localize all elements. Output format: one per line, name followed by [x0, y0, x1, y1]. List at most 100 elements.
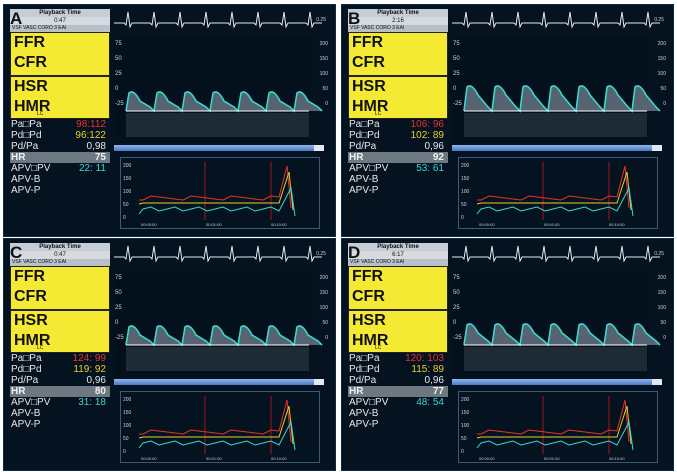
flow-axis-tick: 75 — [453, 275, 460, 281]
flow-right-axis-tick: 0 — [663, 101, 666, 107]
trend-axis-tick: 50 — [461, 436, 467, 442]
trend-axis-tick: 100 — [461, 423, 470, 429]
ffr-cfr-box[interactable]: FFR CFR — [348, 266, 448, 310]
waveform-column: 0.25 75 50 25 0 -25 200 150 100 50 0 200 150 100 50 0… — [452, 9, 668, 231]
ecg-trace — [114, 11, 322, 29]
apv-trend-line — [476, 420, 634, 451]
apv-label: APV□PV — [11, 397, 51, 408]
ffr-label: FFR — [14, 34, 46, 51]
apv-row: APV□PV 31: 18 — [10, 397, 110, 408]
playback-scrollbar[interactable] — [114, 145, 314, 151]
waveform-column: 0.25 75 50 25 0 -25 200 150 100 50 0 200 150 100 50 0… — [452, 243, 668, 465]
playback-scroll-thumb[interactable] — [314, 145, 324, 151]
apvp-label: APV-P — [349, 185, 379, 196]
trend-axis-tick: 100 — [461, 189, 470, 195]
pa-value: 98:112 — [76, 119, 106, 130]
trend-axis-tick: 150 — [123, 410, 132, 416]
pd-label: Pd□Pd — [349, 364, 380, 375]
playback-time-title: Playback Time — [348, 9, 448, 17]
hsr-label: HSR — [352, 78, 386, 95]
ffr-cfr-box[interactable]: FFR CFR — [10, 32, 110, 76]
flow-right-axis-tick: 200 — [658, 41, 667, 47]
ecg-strip: 0.25 — [114, 9, 330, 35]
trend-axis-tick: 200 — [461, 397, 470, 403]
playback-scrollbar[interactable] — [452, 145, 652, 151]
trend-axis-tick: 200 — [461, 163, 470, 169]
waveform-column: 0.25 75 50 25 0 -25 200 150 100 50 0 200 150 100 50 0… — [114, 243, 330, 465]
hsr-hmr-box[interactable]: HSR HMR LC — [348, 310, 448, 353]
pdpa-value: 0,98 — [86, 141, 106, 152]
hsr-label: HSR — [352, 312, 386, 329]
apv-trend-line — [138, 420, 296, 451]
trend-time-tick: 00:00:00 — [479, 222, 495, 227]
trend-time-tick: 00:10:00 — [609, 222, 625, 227]
playback-time-value: 0:47 — [10, 251, 110, 259]
pd-row: Pd□Pd 115: 89 — [348, 364, 448, 375]
apvb-row: APV-B — [348, 174, 448, 185]
trend-time-tick: 00:10:00 — [271, 456, 287, 461]
trend-time-tick: 00:01:00 — [544, 222, 560, 227]
lc-label: LC — [375, 111, 382, 117]
flow-right-axis-tick: 200 — [320, 41, 329, 47]
pd-value: 102: 89 — [410, 130, 444, 141]
flow-right-axis-tick: 150 — [320, 56, 329, 62]
playback-scroll-thumb[interactable] — [652, 145, 662, 151]
pd-label: Pd□Pd — [349, 130, 380, 141]
hr-row: HR 77 — [348, 386, 448, 397]
pdpa-row: Pd/Pa 0,96 — [348, 141, 448, 152]
cfr-label: CFR — [352, 288, 385, 305]
pa-label: Pa□Pa — [349, 119, 380, 130]
pd-row: Pd□Pd 102: 89 — [348, 130, 448, 141]
pressure-trend-chart: 200 150 100 50 0 00:00:00 00:01:00 00:10:00 — [120, 157, 320, 229]
flow-right-axis-tick: 50 — [322, 320, 328, 326]
readout-column: Playback Time 0:47 VSF VASC CORO 3 EAI F… — [10, 9, 110, 231]
hr-row: HR 92 — [348, 152, 448, 163]
apvp-row: APV-P — [348, 419, 448, 430]
playback-scrollbar[interactable] — [452, 379, 652, 385]
lc-label: LC — [375, 345, 382, 351]
trend-axis-tick: 150 — [461, 410, 470, 416]
hsr-hmr-box[interactable]: HSR HMR LC — [10, 76, 110, 119]
trend-axis-tick: 150 — [461, 176, 470, 182]
pa-label: Pa□Pa — [11, 353, 42, 364]
cfr-label: CFR — [14, 288, 47, 305]
hr-label: HR — [11, 152, 26, 163]
trend-axis-tick: 100 — [123, 189, 132, 195]
pdpa-row: Pd/Pa 0,96 — [348, 375, 448, 386]
playback-scroll-thumb[interactable] — [652, 379, 662, 385]
pd-trend-line — [138, 405, 294, 445]
panel-letter: D — [348, 243, 361, 262]
apvb-row: APV-B — [10, 408, 110, 419]
trend-axis-tick: 0 — [123, 449, 126, 455]
pressure-trend-chart: 200 150 100 50 0 00:00:00 00:01:00 00:10:00 — [120, 391, 320, 463]
apv-label: APV□PV — [349, 163, 389, 174]
trend-axis-tick: 50 — [461, 202, 467, 208]
panel-letter: A — [10, 9, 23, 28]
flow-axis-tick: 25 — [453, 71, 460, 77]
ffr-cfr-box[interactable]: FFR CFR — [348, 32, 448, 76]
pa-trend-line — [139, 165, 292, 209]
ffr-cfr-box[interactable]: FFR CFR — [10, 266, 110, 310]
ecg-strip: 0.25 — [452, 243, 668, 269]
ecg-trace — [114, 245, 322, 263]
flow-axis-tick: 75 — [453, 41, 460, 47]
flow-right-axis-tick: 100 — [320, 305, 329, 311]
pdpa-label: Pd/Pa — [11, 141, 39, 152]
ecg-strip: 0.25 — [114, 243, 330, 269]
playback-scroll-thumb[interactable] — [314, 379, 324, 385]
panel-letter: B — [348, 9, 361, 28]
flow-right-axis-tick: 150 — [320, 290, 329, 296]
apvb-label: APV-B — [349, 408, 379, 419]
pdpa-label: Pd/Pa — [349, 141, 377, 152]
hsr-hmr-box[interactable]: HSR HMR LC — [10, 310, 110, 353]
ecg-trace — [452, 245, 660, 263]
trend-time-tick: 00:10:00 — [609, 456, 625, 461]
pdpa-row: Pd/Pa 0,98 — [10, 141, 110, 152]
apv-label: APV□PV — [349, 397, 389, 408]
hsr-hmr-box[interactable]: HSR HMR LC — [348, 76, 448, 119]
pd-trend-line — [476, 171, 632, 211]
playback-scrollbar[interactable] — [114, 379, 314, 385]
cfr-label: CFR — [14, 54, 47, 71]
flow-axis-tick: 75 — [115, 275, 122, 281]
readout-column: Playback Time 6:17 VSF VASC CORO 3 EAI F… — [348, 243, 448, 465]
